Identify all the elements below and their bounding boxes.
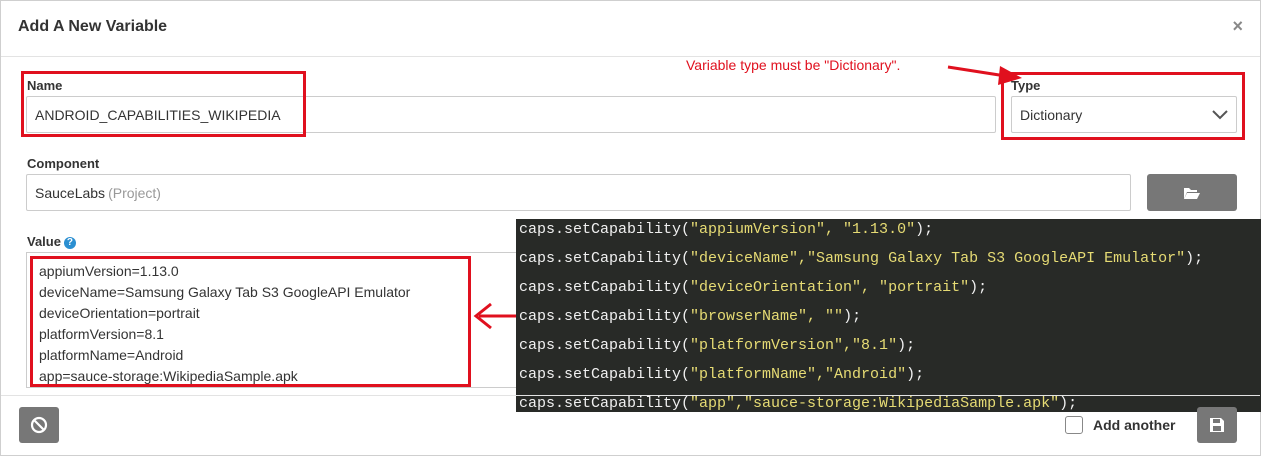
value-line: appiumVersion=1.13.0 bbox=[39, 263, 179, 279]
code-prefix: caps.setCapability( bbox=[519, 337, 691, 354]
value-label: Value? bbox=[27, 234, 76, 249]
value-line: platformVersion=8.1 bbox=[39, 326, 164, 342]
component-input[interactable]: SauceLabs (Project) bbox=[26, 174, 1131, 211]
code-suffix: ); bbox=[906, 366, 925, 383]
code-suffix: ); bbox=[915, 221, 934, 238]
code-suffix: ); bbox=[897, 337, 916, 354]
code-args: "deviceName","Samsung Galaxy Tab S3 Goog… bbox=[690, 250, 1186, 267]
code-prefix: caps.setCapability( bbox=[519, 279, 691, 296]
code-snippet-panel: caps.setCapability("appiumVersion", "1.1… bbox=[516, 219, 1261, 412]
type-select[interactable]: Dictionary bbox=[1011, 96, 1237, 133]
code-args: "app","sauce-storage:WikipediaSample.apk… bbox=[690, 395, 1060, 412]
value-line: app=sauce-storage:WikipediaSample.apk bbox=[39, 368, 298, 384]
code-suffix: ); bbox=[1185, 250, 1204, 267]
code-line: caps.setCapability("appiumVersion", "1.1… bbox=[516, 219, 1261, 248]
code-suffix: ); bbox=[1059, 395, 1078, 412]
dialog-header: Add A New Variable × bbox=[1, 1, 1260, 57]
code-suffix: ); bbox=[969, 279, 988, 296]
value-line: platformName=Android bbox=[39, 347, 184, 363]
help-icon[interactable]: ? bbox=[63, 237, 76, 249]
code-prefix: caps.setCapability( bbox=[519, 221, 691, 238]
name-input[interactable]: ANDROID_CAPABILITIES_WIKIPEDIA bbox=[26, 96, 996, 133]
value-lines: appiumVersion=1.13.0 deviceName=Samsung … bbox=[27, 253, 525, 387]
save-icon bbox=[1210, 418, 1224, 432]
value-label-text: Value bbox=[27, 234, 61, 249]
ban-icon bbox=[30, 416, 48, 434]
component-suffix: (Project) bbox=[108, 184, 161, 201]
value-line: deviceOrientation=portrait bbox=[39, 305, 200, 321]
type-label: Type bbox=[1011, 78, 1041, 93]
code-suffix: ); bbox=[843, 308, 862, 325]
code-prefix: caps.setCapability( bbox=[519, 366, 691, 383]
value-textarea[interactable]: appiumVersion=1.13.0 deviceName=Samsung … bbox=[26, 252, 526, 388]
component-value: SauceLabs bbox=[35, 184, 106, 201]
dialog-title: Add A New Variable bbox=[18, 18, 168, 35]
code-args: "platformName","Android" bbox=[690, 366, 907, 383]
annotation-arrow-left-icon bbox=[473, 302, 517, 330]
add-another-checkbox[interactable] bbox=[1065, 416, 1083, 434]
code-args: "deviceOrientation", "portrait" bbox=[690, 279, 970, 296]
footer-divider bbox=[1, 395, 1260, 396]
save-button[interactable] bbox=[1197, 407, 1237, 443]
folder-open-icon bbox=[1184, 187, 1200, 199]
name-input-value: ANDROID_CAPABILITIES_WIKIPEDIA bbox=[35, 106, 281, 123]
cancel-button[interactable] bbox=[19, 407, 59, 443]
code-args: "platformVersion","8.1" bbox=[690, 337, 898, 354]
close-icon[interactable]: × bbox=[1232, 16, 1243, 37]
component-label: Component bbox=[27, 156, 100, 171]
name-label: Name bbox=[27, 78, 63, 93]
code-line: caps.setCapability("browserName", ""); bbox=[516, 306, 1261, 335]
code-prefix: caps.setCapability( bbox=[519, 395, 691, 412]
code-line: caps.setCapability("deviceOrientation", … bbox=[516, 277, 1261, 306]
add-another-label[interactable]: Add another bbox=[1093, 417, 1175, 433]
browse-component-button[interactable] bbox=[1147, 174, 1237, 211]
chevron-down-icon bbox=[1212, 109, 1228, 119]
code-line: caps.setCapability("deviceName","Samsung… bbox=[516, 248, 1261, 277]
value-line: deviceName=Samsung Galaxy Tab S3 GoogleA… bbox=[39, 284, 411, 300]
code-line: caps.setCapability("platformName","Andro… bbox=[516, 364, 1261, 393]
code-prefix: caps.setCapability( bbox=[519, 308, 691, 325]
add-variable-dialog: Add A New Variable × Variable type must … bbox=[0, 0, 1261, 456]
code-args: "appiumVersion", "1.13.0" bbox=[690, 221, 916, 238]
code-args: "browserName", "" bbox=[690, 308, 844, 325]
code-prefix: caps.setCapability( bbox=[519, 250, 691, 267]
type-select-value: Dictionary bbox=[1020, 106, 1083, 123]
code-line: caps.setCapability("platformVersion","8.… bbox=[516, 335, 1261, 364]
annotation-text: Variable type must be "Dictionary". bbox=[686, 57, 901, 73]
